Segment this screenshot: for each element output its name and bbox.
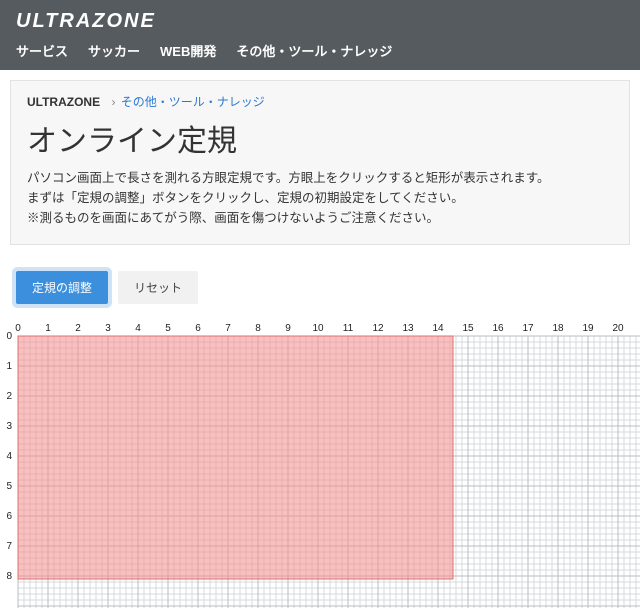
tick-label: 8 (255, 323, 261, 334)
tick-label: 6 (195, 323, 201, 334)
tick-label: 2 (6, 391, 12, 402)
tick-label: 19 (582, 323, 594, 334)
tick-label: 14 (432, 323, 444, 334)
tick-label: 10 (312, 323, 324, 334)
breadcrumb-current[interactable]: その他・ツール・ナレッジ (121, 95, 265, 109)
ruler-grid[interactable]: 0123456789101112131415161718192001234567… (0, 318, 640, 608)
tick-label: 7 (6, 541, 12, 552)
button-row: 定規の調整 リセット (0, 255, 640, 318)
tick-label: 3 (6, 421, 12, 432)
tick-label: 5 (6, 481, 12, 492)
nav-item-1[interactable]: サッカー (88, 41, 140, 60)
tick-label: 20 (612, 323, 624, 334)
tick-label: 11 (343, 323, 354, 334)
desc-line-1: パソコン画面上で長さを測れる方眼定規です。方眼上をクリックすると矩形が表示されま… (27, 168, 613, 188)
tick-label: 17 (522, 323, 534, 334)
tick-label: 15 (462, 323, 474, 334)
nav-item-2[interactable]: WEB開発 (160, 41, 216, 60)
adjust-ruler-button[interactable]: 定規の調整 (16, 271, 108, 304)
tick-label: 3 (105, 323, 111, 334)
tick-label: 1 (6, 361, 12, 372)
tick-label: 18 (552, 323, 564, 334)
tick-label: 1 (45, 323, 51, 334)
content-card: ULTRAZONE › その他・ツール・ナレッジ オンライン定規 パソコン画面上… (10, 80, 630, 245)
page-title: オンライン定規 (27, 116, 613, 160)
tick-label: 6 (6, 511, 12, 522)
tick-label: 4 (6, 451, 12, 462)
tick-label: 5 (165, 323, 171, 334)
desc-line-2: まずは「定規の調整」ボタンをクリックし、定規の初期設定をしてください。 (27, 188, 613, 208)
tick-label: 2 (75, 323, 81, 334)
tick-label: 0 (15, 323, 21, 334)
breadcrumb-separator: › (111, 95, 115, 109)
reset-button[interactable]: リセット (118, 271, 198, 304)
selection-rectangle[interactable] (18, 336, 453, 579)
tick-label: 0 (6, 331, 12, 342)
main-nav: サービス サッカー WEB開発 その他・ツール・ナレッジ (16, 41, 624, 70)
tick-label: 8 (6, 571, 12, 582)
desc-line-3: ※測るものを画面にあてがう際、画面を傷つけないようご注意ください。 (27, 208, 613, 228)
breadcrumb-site[interactable]: ULTRAZONE (27, 95, 100, 109)
tick-label: 9 (285, 323, 291, 334)
app-header: ULTRAZONE サービス サッカー WEB開発 その他・ツール・ナレッジ (0, 0, 640, 70)
nav-item-0[interactable]: サービス (16, 41, 68, 60)
breadcrumb: ULTRAZONE › その他・ツール・ナレッジ (27, 93, 613, 110)
tick-label: 4 (135, 323, 141, 334)
tick-label: 13 (402, 323, 414, 334)
ruler-area[interactable]: 0123456789101112131415161718192001234567… (0, 318, 640, 608)
tick-label: 16 (492, 323, 504, 334)
logo[interactable]: ULTRAZONE (16, 10, 624, 41)
tick-label: 12 (372, 323, 384, 334)
tick-label: 7 (225, 323, 231, 334)
nav-item-3[interactable]: その他・ツール・ナレッジ (236, 41, 392, 60)
page-description: パソコン画面上で長さを測れる方眼定規です。方眼上をクリックすると矩形が表示されま… (27, 168, 613, 228)
